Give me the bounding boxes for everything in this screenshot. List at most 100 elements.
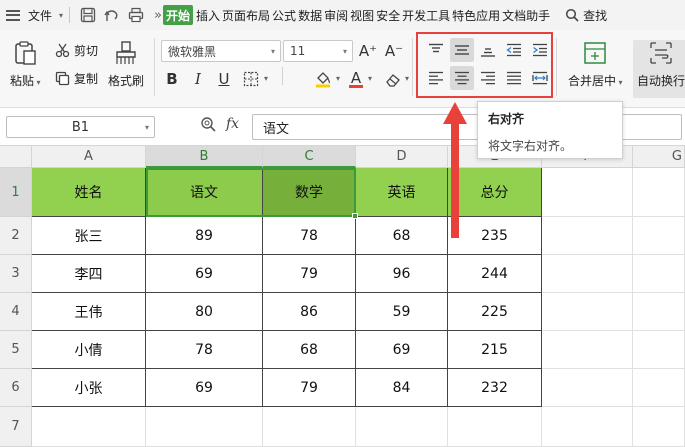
table-header-cell[interactable]: 数学 (263, 168, 356, 217)
table-header-cell[interactable]: 姓名 (32, 168, 146, 217)
empty-cell[interactable] (633, 168, 685, 217)
bold-button[interactable]: B (161, 68, 183, 90)
tab-review[interactable]: 审阅 (323, 0, 349, 30)
undo-redo-button[interactable] (100, 0, 124, 30)
fill-color-button[interactable] (312, 68, 334, 90)
table-cell[interactable]: 69 (146, 369, 263, 407)
shrink-font-button[interactable]: A⁻ (383, 40, 405, 62)
copy-button[interactable]: 复制 (55, 70, 98, 87)
column-header-c[interactable]: C (263, 146, 356, 168)
table-cell[interactable]: 78 (146, 331, 263, 369)
empty-cell[interactable] (633, 407, 685, 447)
tab-security[interactable]: 安全 (375, 0, 401, 30)
fill-handle[interactable] (352, 213, 358, 219)
empty-cell[interactable] (633, 217, 685, 255)
table-cell[interactable]: 225 (448, 293, 542, 331)
row-header-7[interactable]: 7 (0, 407, 32, 447)
empty-cell[interactable] (448, 407, 542, 447)
table-cell[interactable]: 232 (448, 369, 542, 407)
empty-cell[interactable] (633, 331, 685, 369)
table-cell[interactable]: 小倩 (32, 331, 146, 369)
tab-data[interactable]: 数据 (297, 0, 323, 30)
empty-cell[interactable] (32, 407, 146, 447)
empty-cell[interactable] (146, 407, 263, 447)
empty-cell[interactable] (263, 407, 356, 447)
font-name-select[interactable]: 微软雅黑 ▾ (161, 40, 281, 62)
more-chevron-icon[interactable]: » (154, 8, 162, 23)
row-header-4[interactable]: 4 (0, 293, 32, 331)
empty-cell[interactable] (542, 331, 633, 369)
zoom-search-icon[interactable] (200, 116, 216, 132)
column-header-d[interactable]: D (356, 146, 448, 168)
chevron-down-icon[interactable]: ▾ (336, 74, 340, 83)
paste-button[interactable]: 粘贴 ▾ (10, 40, 41, 89)
table-cell[interactable]: 69 (356, 331, 448, 369)
select-all-corner[interactable] (0, 146, 32, 168)
empty-cell[interactable] (542, 217, 633, 255)
row-header-3[interactable]: 3 (0, 255, 32, 293)
table-cell[interactable]: 李四 (32, 255, 146, 293)
table-header-cell[interactable]: 英语 (356, 168, 448, 217)
empty-cell[interactable] (542, 255, 633, 293)
table-cell[interactable]: 张三 (32, 217, 146, 255)
file-menu-button[interactable]: 文件 ▾ (0, 0, 63, 30)
tab-doc-assistant[interactable]: 文档助手 (501, 0, 551, 30)
chevron-down-icon[interactable]: ▾ (264, 74, 268, 83)
empty-cell[interactable] (356, 407, 448, 447)
empty-cell[interactable] (542, 293, 633, 331)
tab-formulas[interactable]: 公式 (271, 0, 297, 30)
search-button[interactable]: 查找 (565, 7, 607, 24)
table-cell[interactable]: 84 (356, 369, 448, 407)
tab-special-apps[interactable]: 特色应用 (451, 0, 501, 30)
cut-button[interactable]: 剪切 (55, 42, 98, 59)
chevron-down-icon[interactable]: ▾ (368, 74, 372, 83)
table-cell[interactable]: 86 (263, 293, 356, 331)
table-cell[interactable]: 王伟 (32, 293, 146, 331)
column-header-g[interactable]: G (633, 146, 685, 168)
underline-button[interactable]: U (213, 68, 235, 90)
wrap-text-button[interactable]: 自动换行 (633, 40, 685, 98)
border-button[interactable] (240, 68, 262, 90)
name-box[interactable]: B1 ▾ (6, 116, 155, 138)
empty-cell[interactable] (633, 369, 685, 407)
table-cell[interactable]: 89 (146, 217, 263, 255)
row-header-5[interactable]: 5 (0, 331, 32, 369)
row-header-6[interactable]: 6 (0, 369, 32, 407)
column-header-b[interactable]: B (146, 146, 263, 168)
table-cell[interactable]: 69 (146, 255, 263, 293)
clear-format-button[interactable] (382, 68, 404, 90)
table-cell[interactable]: 79 (263, 255, 356, 293)
tab-insert[interactable]: 插入 (195, 0, 221, 30)
save-button[interactable] (76, 0, 100, 30)
print-button[interactable] (124, 0, 148, 30)
tab-view[interactable]: 视图 (349, 0, 375, 30)
table-cell[interactable]: 96 (356, 255, 448, 293)
table-cell[interactable]: 68 (263, 331, 356, 369)
table-header-cell[interactable]: 语文 (146, 168, 263, 217)
row-header-1[interactable]: 1 (0, 168, 32, 217)
empty-cell[interactable] (542, 369, 633, 407)
tab-home[interactable]: 开始 (163, 5, 194, 25)
table-cell[interactable]: 小张 (32, 369, 146, 407)
empty-cell[interactable] (542, 168, 633, 217)
empty-cell[interactable] (633, 255, 685, 293)
italic-button[interactable]: I (187, 68, 209, 90)
column-header-a[interactable]: A (32, 146, 146, 168)
table-cell[interactable]: 68 (356, 217, 448, 255)
table-cell[interactable]: 79 (263, 369, 356, 407)
tab-developer[interactable]: 开发工具 (401, 0, 451, 30)
table-cell[interactable]: 80 (146, 293, 263, 331)
table-cell[interactable]: 244 (448, 255, 542, 293)
tab-page-layout[interactable]: 页面布局 (221, 0, 271, 30)
font-size-select[interactable]: 11 ▾ (283, 40, 353, 62)
chevron-down-icon[interactable]: ▾ (405, 74, 409, 83)
grow-font-button[interactable]: A⁺ (357, 40, 379, 62)
table-cell[interactable]: 59 (356, 293, 448, 331)
table-cell[interactable]: 78 (263, 217, 356, 255)
empty-cell[interactable] (542, 407, 633, 447)
format-painter-button[interactable]: 格式刷 (108, 40, 144, 89)
font-color-button[interactable]: A (345, 68, 367, 90)
row-header-2[interactable]: 2 (0, 217, 32, 255)
fx-icon[interactable]: fx (226, 116, 239, 132)
empty-cell[interactable] (633, 293, 685, 331)
